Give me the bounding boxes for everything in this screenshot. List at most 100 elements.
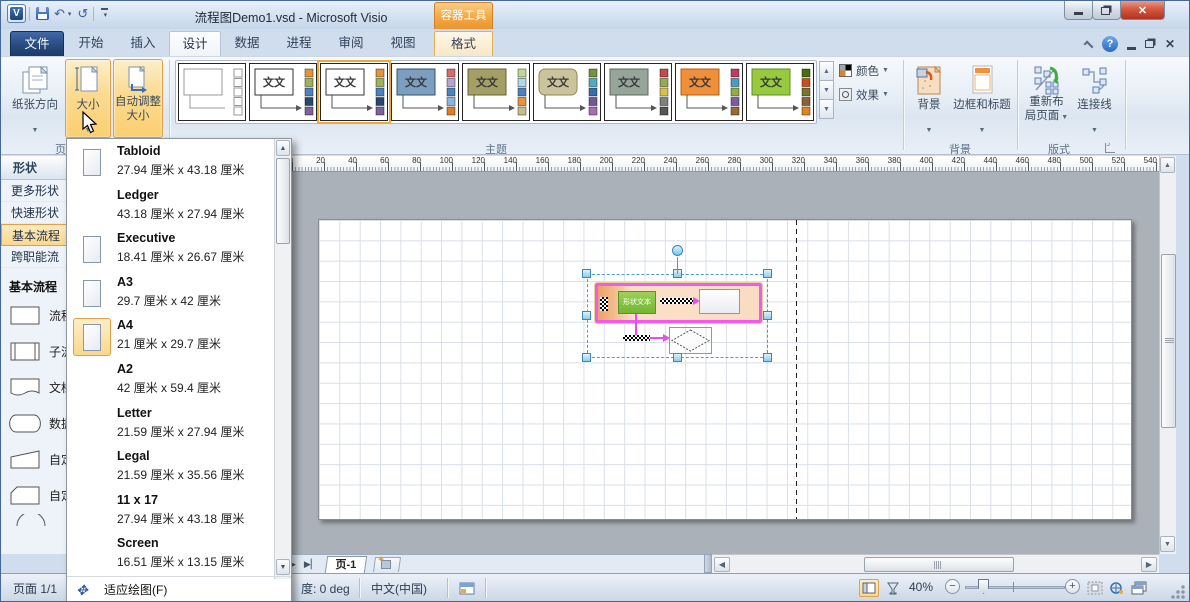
doc-minimize-icon[interactable] [1127, 47, 1136, 50]
tab-进程[interactable]: 进程 [273, 31, 325, 56]
theme-colors-button[interactable]: 颜色▼ [839, 62, 903, 79]
selection-handle[interactable] [582, 269, 591, 278]
close-button[interactable]: ✕ [1120, 1, 1165, 20]
tab-设计[interactable]: 设计 [169, 31, 221, 56]
tab-审阅[interactable]: 审阅 [325, 31, 377, 56]
gallery-more-icon[interactable]: ▼ [819, 99, 834, 119]
borders-titles-button[interactable]: 边框和标题 ▼ [951, 59, 1013, 138]
save-icon[interactable] [36, 7, 49, 20]
menu-scroll-thumb[interactable] [276, 158, 290, 244]
vertical-scrollbar[interactable]: ▲ ▼ [1159, 156, 1176, 554]
paper-orientation-button[interactable]: 纸张方向 ▼ [7, 59, 63, 138]
tab-scrollbar-splitter[interactable] [704, 554, 712, 573]
zoom-in-icon[interactable]: + [1065, 579, 1080, 594]
menu-scroll-down-icon[interactable]: ▼ [276, 559, 290, 575]
scroll-right-icon[interactable]: ▶ [1141, 557, 1157, 572]
layout-dialog-launcher-icon[interactable] [1105, 143, 1115, 153]
scroll-left-icon[interactable]: ◀ [714, 557, 730, 572]
scroll-down-icon[interactable]: ▼ [1160, 536, 1175, 552]
tab-插入[interactable]: 插入 [117, 31, 169, 56]
size-option-Screen[interactable]: Screen16.51 厘米 x 13.15 厘米 [67, 533, 274, 577]
customize-qat-icon[interactable]: ▾ [101, 8, 108, 19]
size-option-Tabloid[interactable]: Tabloid27.94 厘米 x 43.18 厘米 [67, 141, 274, 185]
selection-handle[interactable] [763, 269, 772, 278]
rotation-handle[interactable] [672, 245, 683, 256]
page-tab[interactable]: 页-1 [325, 556, 367, 573]
visio-app-icon[interactable]: V [7, 4, 26, 23]
restore-button[interactable] [1092, 1, 1121, 20]
tab-数据[interactable]: 数据 [221, 31, 273, 56]
doc-close-icon[interactable]: ✕ [1165, 37, 1175, 51]
selection-handle[interactable] [763, 311, 772, 320]
svg-text:文文: 文文 [689, 75, 712, 89]
status-language[interactable]: 中文(中国) [371, 580, 427, 597]
autosize-button[interactable]: 自动调整大小 [113, 59, 163, 138]
size-option-Executive[interactable]: Executive18.41 厘米 x 26.67 厘米 [67, 228, 274, 272]
theme-thumbnail-6[interactable]: 文文 [533, 63, 601, 121]
theme-thumbnail-3[interactable]: 文文 [320, 63, 388, 121]
theme-thumbnail-9[interactable]: 文文 [746, 63, 814, 121]
background-button[interactable]: 背景 ▼ [909, 59, 949, 138]
horizontal-scrollbar[interactable]: ◀ ▶ [712, 554, 1159, 573]
undo-icon[interactable]: ↶ [54, 4, 65, 23]
collapse-ribbon-icon[interactable] [1083, 41, 1093, 51]
resize-grip[interactable] [1171, 585, 1185, 599]
undo-dropdown-icon[interactable]: ▾ [68, 10, 72, 18]
tab-开始[interactable]: 开始 [65, 31, 117, 56]
scroll-up-icon[interactable]: ▲ [1160, 157, 1175, 173]
zoom-slider-thumb[interactable] [978, 579, 989, 594]
zoom-out-icon[interactable]: − [945, 579, 960, 594]
selection-handle[interactable] [582, 311, 591, 320]
horizontal-scroll-thumb[interactable] [864, 557, 1014, 572]
fullscreen-view-icon[interactable] [883, 579, 903, 597]
redo-icon[interactable]: ↺ [77, 4, 88, 23]
zoom-level[interactable]: 40% [909, 580, 933, 594]
size-option-Ledger[interactable]: Ledger43.18 厘米 x 27.94 厘米 [67, 185, 274, 229]
selection-handle[interactable] [763, 353, 772, 362]
zoom-window-icon[interactable] [1107, 579, 1127, 597]
dropdown-arrow: ▼ [1073, 127, 1116, 134]
connectors-button[interactable]: 连接线 ▼ [1072, 59, 1117, 138]
drawing-canvas[interactable]: 0204060801001201401601802002202402602803… [281, 156, 1159, 554]
size-option-A2[interactable]: A242 厘米 x 59.4 厘米 [67, 359, 274, 403]
borders-titles-icon [969, 63, 995, 97]
theme-thumbnail-8[interactable]: 文文 [675, 63, 743, 121]
theme-effects-button[interactable]: 效果▼ [839, 86, 903, 103]
theme-thumbnail-5[interactable]: 文文 [462, 63, 530, 121]
partial-shape-icon [9, 514, 69, 526]
status-page-indicator[interactable]: 页面 1/1 [13, 580, 57, 597]
selection-handle[interactable] [582, 353, 591, 362]
fit-to-drawing-option[interactable]: 适应绘图(F) [67, 576, 291, 602]
whole-page-view-icon[interactable] [859, 579, 879, 597]
gallery-scroll-up-icon[interactable]: ▲ [819, 61, 834, 81]
size-option-Letter[interactable]: Letter21.59 厘米 x 27.94 厘米 [67, 403, 274, 447]
help-icon[interactable]: ? [1102, 36, 1118, 52]
menu-scroll-up-icon[interactable]: ▲ [276, 140, 290, 156]
switch-windows-icon[interactable] [1129, 579, 1149, 597]
drawing-page[interactable]: 形状文本 [318, 219, 1132, 520]
size-option-11 x 17[interactable]: 11 x 1727.94 厘米 x 43.18 厘米 [67, 490, 274, 534]
relayout-icon [1032, 64, 1062, 96]
data-graphics-icon[interactable] [457, 579, 477, 597]
theme-thumbnail-2[interactable]: 文文 [249, 63, 317, 121]
vertical-scroll-thumb[interactable] [1161, 254, 1176, 428]
tab-视图[interactable]: 视图 [377, 31, 429, 56]
insert-page-tab[interactable]: ✦ [373, 557, 401, 572]
tab-file[interactable]: 文件 [10, 31, 64, 56]
size-option-Legal[interactable]: Legal21.59 厘米 x 35.56 厘米 [67, 446, 274, 490]
tab-format[interactable]: 格式 [434, 31, 493, 56]
group-label-background: 背景 [906, 141, 1014, 155]
size-option-A4[interactable]: A421 厘米 x 29.7 厘米 [67, 315, 274, 359]
theme-thumbnail-7[interactable]: 文文 [604, 63, 672, 121]
doc-restore-icon[interactable] [1145, 40, 1154, 48]
last-page-icon[interactable]: ▶▏ [304, 559, 318, 570]
minimize-button[interactable] [1064, 1, 1093, 20]
selection-handle[interactable] [673, 353, 682, 362]
size-option-A3[interactable]: A329.7 厘米 x 42 厘米 [67, 272, 274, 316]
theme-thumbnail-1[interactable] [178, 63, 246, 121]
menu-scrollbar[interactable]: ▲ ▼ [274, 139, 291, 579]
fit-page-to-window-icon[interactable] [1085, 579, 1105, 597]
gallery-scroll-down-icon[interactable]: ▼ [819, 80, 834, 100]
relayout-page-button[interactable]: 重新布局页面▼ [1023, 59, 1070, 138]
theme-thumbnail-4[interactable]: 文文 [391, 63, 459, 121]
